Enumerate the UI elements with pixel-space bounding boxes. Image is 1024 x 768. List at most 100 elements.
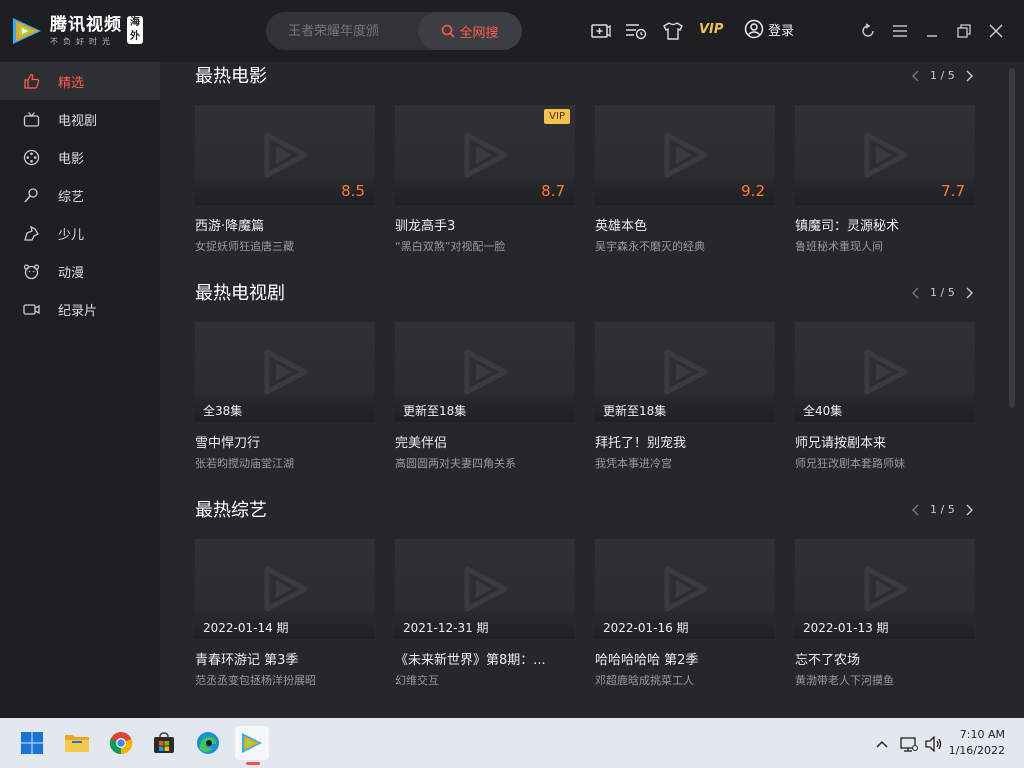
video-subtitle: 吴宇森永不磨灭的经典 — [595, 240, 705, 253]
section-title[interactable]: 最热综艺 — [195, 496, 267, 522]
video-card[interactable]: 8.7 VIP 驯龙高手3 “黑白双煞”对视配一脸 — [395, 105, 575, 255]
chevron-left-icon[interactable] — [910, 287, 922, 299]
video-thumbnail[interactable]: 8.5 — [195, 105, 375, 205]
video-card[interactable]: 更新至18集 拜托了！别宠我 我凭本事进冷宫 — [595, 322, 775, 472]
video-title[interactable]: 镇魔司：灵源秘术 — [795, 215, 975, 234]
volume-icon[interactable] — [924, 736, 942, 752]
sidebar: 精选 电视剧 电影 综艺 少儿 动漫 纪录片 — [0, 62, 160, 718]
system-clock[interactable]: 7:10 AM 1/16/2022 — [945, 727, 1005, 759]
video-card[interactable]: 2022-01-14 期青春环游记 第3季 范丞丞变包拯杨洋扮展昭 — [195, 539, 375, 689]
video-card[interactable]: 7.7 镇魔司：灵源秘术 鲁班秘术重现人间 — [795, 105, 975, 255]
taskbar: 7:10 AM 1/16/2022 — [0, 718, 1024, 768]
sidebar-item-label: 少儿 — [58, 227, 85, 243]
episode-info: 2021-12-31 期 — [403, 621, 489, 635]
chevron-right-icon[interactable] — [963, 70, 975, 82]
video-card[interactable]: 2022-01-16 期哈哈哈哈哈 第2季 邓超鹿晗成挑菜工人 — [595, 539, 775, 689]
scroll-thumb[interactable] — [1009, 68, 1015, 408]
video-card[interactable]: 更新至18集 完美伴侣 高圆圆两对夫妻四角关系 — [395, 322, 575, 472]
file-explorer-button[interactable] — [60, 726, 94, 760]
video-title[interactable]: 雪中悍刀行 — [195, 432, 375, 451]
sidebar-item-label: 精选 — [58, 75, 85, 91]
windows-start-button[interactable] — [15, 726, 49, 760]
app-logo[interactable]: 腾讯视频 不负好时光 海外 — [10, 14, 143, 48]
sidebar-item-kids[interactable]: 少儿 — [0, 214, 160, 252]
sidebar-item-label: 动漫 — [58, 265, 85, 281]
scrollbar[interactable] — [1009, 62, 1015, 718]
chrome-button[interactable] — [104, 726, 138, 760]
tencent-video-taskbar-button[interactable] — [235, 726, 269, 760]
video-card[interactable]: 8.5 西游·降魔篇 女捉妖师狂追唐三藏 — [195, 105, 375, 255]
placeholder-play-logo-icon — [657, 127, 713, 183]
network-icon[interactable] — [900, 736, 918, 752]
show-hidden-icons-chevron-up-icon[interactable] — [873, 736, 891, 752]
video-thumbnail[interactable]: 7.7 — [795, 105, 975, 205]
sidebar-item-movies[interactable]: 电影 — [0, 138, 160, 176]
video-card[interactable]: 全40集 师兄请按剧本来 师兄狂改剧本套路师妹 — [795, 322, 975, 472]
video-title[interactable]: 哈哈哈哈哈 第2季 — [595, 649, 775, 668]
video-title[interactable]: 师兄请按剧本来 — [795, 432, 975, 451]
upload-video-icon[interactable] — [589, 19, 613, 43]
video-title[interactable]: 驯龙高手3 — [395, 215, 575, 234]
edge-button[interactable] — [191, 726, 225, 760]
video-title[interactable]: 完美伴侣 — [395, 432, 575, 451]
video-thumbnail[interactable]: 2022-01-14 期 — [195, 539, 375, 639]
video-thumbnail[interactable]: 8.7 VIP — [395, 105, 575, 205]
video-title[interactable]: 《未来新世界》第8期：... — [395, 649, 575, 668]
user-avatar-icon — [744, 19, 764, 39]
windows-start-icon — [21, 732, 43, 754]
main-content: 最热电影 1 / 5 8.5 西游·降魔篇 女捉妖师狂追唐三藏 8.7 VIP 驯龙高手3 “黑… — [160, 62, 1006, 718]
episode-info: 2022-01-14 期 — [203, 621, 289, 635]
tencent-video-logo-icon — [13, 18, 41, 44]
placeholder-play-logo-icon — [457, 561, 513, 617]
chevron-left-icon[interactable] — [910, 504, 922, 516]
logo-slogan: 不负好时光 — [50, 36, 115, 46]
video-card[interactable]: 2022-01-13 期忘不了农场 黄渤带老人下河摸鱼 — [795, 539, 975, 689]
placeholder-play-logo-icon — [457, 344, 513, 400]
skin-shirt-icon[interactable] — [661, 19, 685, 43]
video-title[interactable]: 拜托了！别宠我 — [595, 432, 775, 451]
refresh-icon[interactable] — [856, 19, 880, 43]
section-hot-tv-series: 最热电视剧 1 / 5 全38集 雪中悍刀行 张若昀搅动庙堂江湖 更新至18集 完美伴侣 高圆… — [160, 279, 1006, 479]
video-card[interactable]: 2021-12-31 期《未来新世界》第8期：... 幻维交互 — [395, 539, 575, 689]
carousel-pager: 1 / 5 — [910, 503, 975, 516]
video-card[interactable]: 9.2 英雄本色吴宇森永不磨灭的经典 — [595, 105, 775, 255]
video-thumbnail[interactable]: 全40集 — [795, 322, 975, 422]
video-thumbnail[interactable]: 9.2 — [595, 105, 775, 205]
video-thumbnail[interactable]: 2022-01-16 期 — [595, 539, 775, 639]
history-icon[interactable] — [624, 19, 648, 43]
video-thumbnail[interactable]: 更新至18集 — [395, 322, 575, 422]
restore-icon[interactable] — [952, 19, 976, 43]
video-thumbnail[interactable]: 2021-12-31 期 — [395, 539, 575, 639]
menu-icon[interactable] — [888, 19, 912, 43]
video-thumbnail[interactable]: 全38集 — [195, 322, 375, 422]
search-button[interactable]: 全网搜 — [418, 12, 522, 50]
close-icon[interactable] — [984, 19, 1008, 43]
sidebar-item-tv-series[interactable]: 电视剧 — [0, 100, 160, 138]
video-card[interactable]: 全38集 雪中悍刀行 张若昀搅动庙堂江湖 — [195, 322, 375, 472]
sidebar-item-documentary[interactable]: 纪录片 — [0, 290, 160, 328]
video-title[interactable]: 青春环游记 第3季 — [195, 649, 375, 668]
sidebar-item-featured[interactable]: 精选 — [0, 62, 160, 100]
login-button[interactable]: 登录 — [744, 19, 794, 39]
chevron-right-icon[interactable] — [963, 287, 975, 299]
store-button[interactable] — [147, 726, 181, 760]
section-title[interactable]: 最热电影 — [195, 62, 267, 88]
section-title[interactable]: 最热电视剧 — [195, 279, 285, 305]
video-thumbnail[interactable]: 更新至18集 — [595, 322, 775, 422]
search-input[interactable] — [266, 12, 418, 50]
carousel-pager: 1 / 5 — [910, 69, 975, 82]
placeholder-play-logo-icon — [257, 127, 313, 183]
vip-link[interactable]: VIP — [699, 22, 723, 37]
minimize-icon[interactable] — [920, 19, 944, 43]
bear-icon — [23, 264, 40, 280]
chevron-right-icon[interactable] — [963, 504, 975, 516]
video-title[interactable]: 忘不了农场 — [795, 649, 975, 668]
video-title[interactable]: 西游·降魔篇 — [195, 215, 375, 234]
sidebar-item-anime[interactable]: 动漫 — [0, 252, 160, 290]
video-title[interactable]: 英雄本色 — [595, 215, 775, 234]
chevron-left-icon[interactable] — [910, 70, 922, 82]
carousel-pager: 1 / 5 — [910, 286, 975, 299]
sidebar-item-variety[interactable]: 综艺 — [0, 176, 160, 214]
sidebar-item-label: 电影 — [58, 151, 85, 167]
video-thumbnail[interactable]: 2022-01-13 期 — [795, 539, 975, 639]
